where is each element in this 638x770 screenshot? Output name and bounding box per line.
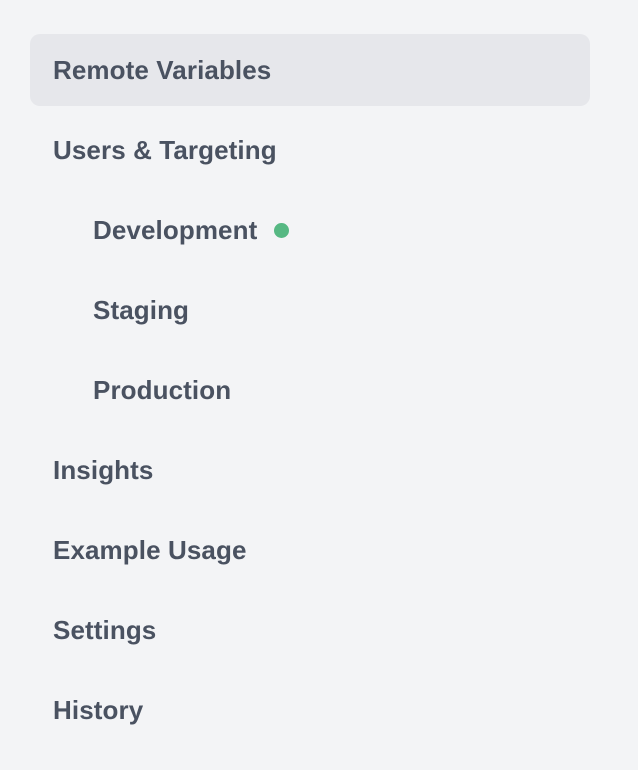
sidebar-item-label: Settings (53, 614, 157, 645)
sidebar-item-label: Staging (93, 294, 190, 325)
sidebar-item-label: Development (93, 214, 258, 245)
sidebar-item-label: Production (93, 374, 232, 405)
sidebar-item-remote-variables[interactable]: Remote Variables (30, 34, 590, 106)
status-dot-icon (274, 222, 290, 238)
sidebar-item-label: Remote Variables (53, 54, 272, 85)
sidebar-item-example-usage[interactable]: Example Usage (30, 514, 590, 586)
sidebar-item-history[interactable]: History (30, 674, 590, 746)
sidebar-item-label: Insights (53, 454, 154, 485)
sidebar-item-development[interactable]: Development (30, 194, 590, 266)
sidebar-item-production[interactable]: Production (30, 354, 590, 426)
sidebar-item-label: Users & Targeting (53, 134, 277, 165)
sidebar-item-label: History (53, 694, 144, 725)
sidebar-item-label: Example Usage (53, 534, 247, 565)
sidebar-item-staging[interactable]: Staging (30, 274, 590, 346)
sidebar-nav: Remote Variables Users & Targeting Devel… (30, 34, 590, 754)
sidebar-item-insights[interactable]: Insights (30, 434, 590, 506)
sidebar-item-users-targeting[interactable]: Users & Targeting (30, 114, 590, 186)
sidebar-item-settings[interactable]: Settings (30, 594, 590, 666)
